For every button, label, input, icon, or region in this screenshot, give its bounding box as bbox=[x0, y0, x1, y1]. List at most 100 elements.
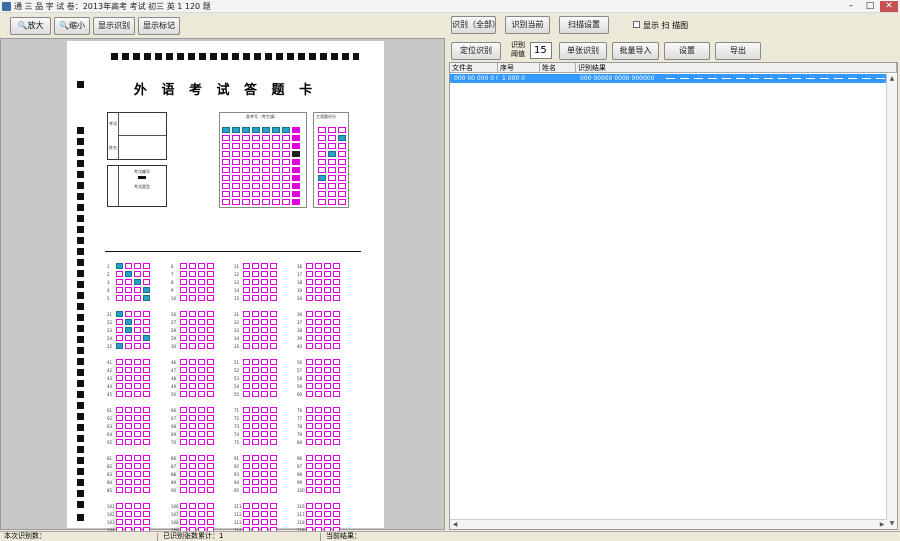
option-bubble bbox=[180, 487, 187, 493]
answer-bubble bbox=[292, 159, 300, 165]
answer-bubble bbox=[262, 183, 270, 189]
student-number-bubbles bbox=[222, 127, 300, 205]
answer-bubble bbox=[282, 159, 290, 165]
option-bubble bbox=[198, 519, 205, 525]
option-bubble bbox=[324, 463, 331, 469]
scroll-right-icon[interactable]: ▶ bbox=[877, 520, 887, 530]
column-number[interactable]: 序号 bbox=[498, 63, 540, 73]
option-bubble bbox=[333, 439, 340, 445]
question-block: 16 17 18 19 20 bbox=[297, 262, 342, 302]
option-bubble bbox=[207, 335, 214, 341]
question-number: 100 bbox=[297, 487, 305, 493]
horizontal-scrollbar[interactable]: ◀ ▶ bbox=[450, 519, 887, 529]
option-bubble bbox=[324, 471, 331, 477]
recognize-current-button[interactable]: 识别当前 bbox=[505, 16, 550, 34]
answer-bubble bbox=[232, 135, 240, 141]
column-name[interactable]: 姓名 bbox=[540, 63, 576, 73]
option-bubble bbox=[261, 383, 268, 389]
question-block: 66 67 68 69 70 bbox=[171, 406, 216, 446]
zoom-in-button[interactable]: 🔍放大 bbox=[10, 17, 51, 35]
score-bubble bbox=[338, 135, 346, 141]
answer-bubble bbox=[242, 135, 250, 141]
question-number: 77 bbox=[297, 415, 303, 421]
option-bubble bbox=[116, 407, 123, 413]
recognize-all-button[interactable]: 识别（全部） bbox=[451, 16, 500, 34]
option-bubble bbox=[125, 367, 132, 373]
threshold-input[interactable]: 15 bbox=[530, 42, 552, 59]
column-result[interactable]: 识别结果 bbox=[576, 63, 897, 73]
show-scan-checkbox[interactable] bbox=[633, 21, 640, 28]
score-bubble bbox=[318, 135, 326, 141]
score-bubble bbox=[318, 167, 326, 173]
exam-type-label: 考试类型 bbox=[134, 184, 150, 189]
answer-bubble bbox=[292, 199, 300, 205]
option-bubble bbox=[143, 335, 150, 341]
option-bubble bbox=[324, 327, 331, 333]
answer-bubble bbox=[282, 167, 290, 173]
score-bubble bbox=[328, 151, 336, 157]
option-bubble bbox=[306, 391, 313, 397]
minimize-button[interactable]: – bbox=[842, 1, 860, 12]
question-number: 78 bbox=[297, 423, 303, 429]
show-identify-button[interactable]: 显示识别 bbox=[93, 17, 135, 35]
option-bubble bbox=[207, 407, 214, 413]
option-bubble bbox=[261, 439, 268, 445]
export-button[interactable]: 导出 bbox=[715, 42, 761, 60]
answer-bubble bbox=[282, 199, 290, 205]
sheet-preview-pane[interactable]: 外 语 考 试 答 题 卡 考试 姓名 考试编号 考试类型 准考号（考生填） 主… bbox=[0, 38, 445, 541]
option-bubble bbox=[125, 391, 132, 397]
zoom-out-button[interactable]: 🔍缩小 bbox=[54, 17, 90, 35]
status-current-result: 当前结果： bbox=[326, 532, 361, 540]
option-bubble bbox=[125, 415, 132, 421]
maximize-button[interactable]: □ bbox=[861, 1, 879, 12]
option-bubble bbox=[143, 423, 150, 429]
option-bubble bbox=[116, 503, 123, 509]
scroll-left-icon[interactable]: ◀ bbox=[450, 520, 460, 530]
question-number: 31 bbox=[234, 311, 240, 317]
answer-bubble bbox=[262, 151, 270, 157]
question-number: 98 bbox=[297, 471, 303, 477]
show-mark-button[interactable]: 显示标记 bbox=[138, 17, 180, 35]
answer-bubble bbox=[232, 191, 240, 197]
option-bubble bbox=[143, 463, 150, 469]
column-filename[interactable]: 文件名 bbox=[450, 63, 498, 73]
option-bubble bbox=[189, 287, 196, 293]
option-bubble bbox=[315, 359, 322, 365]
option-bubble bbox=[270, 455, 277, 461]
scroll-up-icon[interactable]: ▲ bbox=[887, 74, 897, 84]
option-bubble bbox=[207, 511, 214, 517]
result-list[interactable]: 文件名 序号 姓名 识别结果 000 00 000 0 0 1 000 0 00… bbox=[449, 62, 898, 530]
option-bubble bbox=[243, 359, 250, 365]
single-recognize-button[interactable]: 单张识别 bbox=[559, 42, 607, 60]
answer-bubble bbox=[272, 191, 280, 197]
option-bubble bbox=[261, 487, 268, 493]
option-bubble bbox=[270, 383, 277, 389]
option-bubble bbox=[261, 479, 268, 485]
option-bubble bbox=[315, 319, 322, 325]
locate-recognize-button[interactable]: 定位识别 bbox=[451, 42, 501, 60]
option-bubble bbox=[270, 327, 277, 333]
score-bubble bbox=[318, 151, 326, 157]
batch-import-button[interactable]: 批量导入 bbox=[612, 42, 659, 60]
option-bubble bbox=[180, 519, 187, 525]
scan-settings-button[interactable]: 扫描设置 bbox=[559, 16, 609, 34]
list-row-selected[interactable]: 000 00 000 0 0 1 000 0 000 00000 0000 00… bbox=[450, 74, 886, 83]
question-number: 93 bbox=[234, 471, 240, 477]
close-button[interactable]: ✕ bbox=[880, 1, 898, 12]
option-bubble bbox=[243, 487, 250, 493]
vertical-scrollbar[interactable]: ▲ ▼ bbox=[886, 74, 897, 529]
option-bubble bbox=[180, 423, 187, 429]
option-bubble bbox=[324, 479, 331, 485]
option-bubble bbox=[243, 287, 250, 293]
option-bubble bbox=[189, 279, 196, 285]
option-bubble bbox=[324, 487, 331, 493]
option-bubble bbox=[189, 367, 196, 373]
option-bubble bbox=[306, 479, 313, 485]
answer-bubble bbox=[262, 199, 270, 205]
option-bubble bbox=[243, 391, 250, 397]
question-number: 103 bbox=[107, 519, 115, 525]
scroll-down-icon[interactable]: ▼ bbox=[887, 519, 897, 529]
question-number: 32 bbox=[234, 319, 240, 325]
settings-button[interactable]: 设置 bbox=[664, 42, 710, 60]
answer-bubble bbox=[232, 183, 240, 189]
